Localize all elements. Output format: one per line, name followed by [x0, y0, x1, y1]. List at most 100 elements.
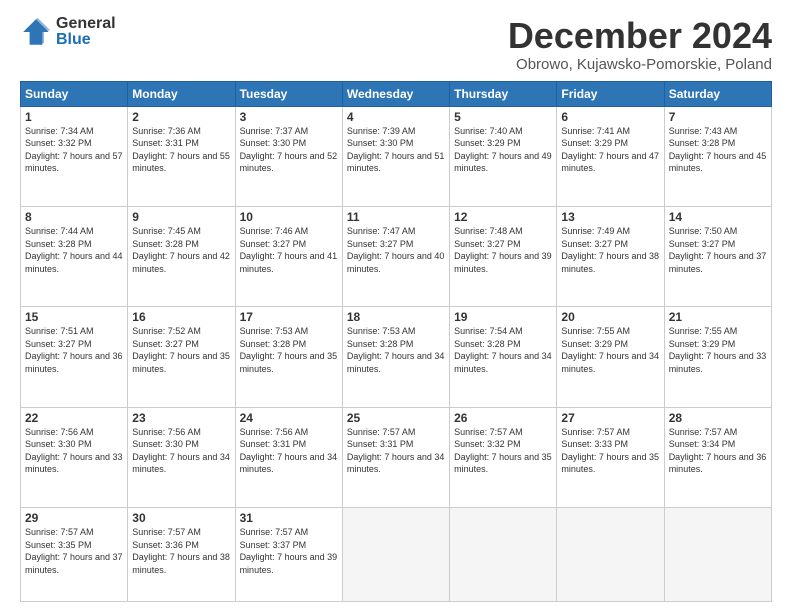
table-row — [342, 507, 449, 601]
table-row: 6 Sunrise: 7:41 AM Sunset: 3:29 PM Dayli… — [557, 106, 664, 206]
calendar-table: Sunday Monday Tuesday Wednesday Thursday… — [20, 81, 772, 602]
day-number: 19 — [454, 310, 552, 324]
day-detail: Sunrise: 7:56 AM Sunset: 3:30 PM Dayligh… — [132, 426, 230, 476]
day-number: 28 — [669, 411, 767, 425]
day-detail: Sunrise: 7:57 AM Sunset: 3:34 PM Dayligh… — [669, 426, 767, 476]
day-number: 18 — [347, 310, 445, 324]
logo-general-text: General — [56, 16, 116, 32]
day-detail: Sunrise: 7:56 AM Sunset: 3:31 PM Dayligh… — [240, 426, 338, 476]
table-row: 24 Sunrise: 7:56 AM Sunset: 3:31 PM Dayl… — [235, 407, 342, 507]
day-detail: Sunrise: 7:57 AM Sunset: 3:32 PM Dayligh… — [454, 426, 552, 476]
day-number: 17 — [240, 310, 338, 324]
day-detail: Sunrise: 7:53 AM Sunset: 3:28 PM Dayligh… — [347, 325, 445, 375]
day-detail: Sunrise: 7:51 AM Sunset: 3:27 PM Dayligh… — [25, 325, 123, 375]
day-number: 11 — [347, 210, 445, 224]
day-detail: Sunrise: 7:37 AM Sunset: 3:30 PM Dayligh… — [240, 125, 338, 175]
day-number: 21 — [669, 310, 767, 324]
day-detail: Sunrise: 7:41 AM Sunset: 3:29 PM Dayligh… — [561, 125, 659, 175]
table-row: 5 Sunrise: 7:40 AM Sunset: 3:29 PM Dayli… — [450, 106, 557, 206]
day-detail: Sunrise: 7:47 AM Sunset: 3:27 PM Dayligh… — [347, 225, 445, 275]
day-detail: Sunrise: 7:39 AM Sunset: 3:30 PM Dayligh… — [347, 125, 445, 175]
day-detail: Sunrise: 7:45 AM Sunset: 3:28 PM Dayligh… — [132, 225, 230, 275]
day-number: 15 — [25, 310, 123, 324]
day-detail: Sunrise: 7:57 AM Sunset: 3:36 PM Dayligh… — [132, 526, 230, 576]
table-row: 11 Sunrise: 7:47 AM Sunset: 3:27 PM Dayl… — [342, 206, 449, 306]
day-number: 26 — [454, 411, 552, 425]
calendar-week-row: 22 Sunrise: 7:56 AM Sunset: 3:30 PM Dayl… — [21, 407, 772, 507]
day-number: 6 — [561, 110, 659, 124]
col-tuesday: Tuesday — [235, 81, 342, 106]
calendar-header-row: Sunday Monday Tuesday Wednesday Thursday… — [21, 81, 772, 106]
table-row — [557, 507, 664, 601]
day-detail: Sunrise: 7:57 AM Sunset: 3:31 PM Dayligh… — [347, 426, 445, 476]
day-number: 13 — [561, 210, 659, 224]
day-number: 30 — [132, 511, 230, 525]
table-row: 30 Sunrise: 7:57 AM Sunset: 3:36 PM Dayl… — [128, 507, 235, 601]
day-detail: Sunrise: 7:40 AM Sunset: 3:29 PM Dayligh… — [454, 125, 552, 175]
table-row — [450, 507, 557, 601]
col-saturday: Saturday — [664, 81, 771, 106]
calendar-week-row: 1 Sunrise: 7:34 AM Sunset: 3:32 PM Dayli… — [21, 106, 772, 206]
day-number: 10 — [240, 210, 338, 224]
day-number: 27 — [561, 411, 659, 425]
day-detail: Sunrise: 7:44 AM Sunset: 3:28 PM Dayligh… — [25, 225, 123, 275]
day-number: 29 — [25, 511, 123, 525]
table-row: 14 Sunrise: 7:50 AM Sunset: 3:27 PM Dayl… — [664, 206, 771, 306]
day-number: 9 — [132, 210, 230, 224]
day-detail: Sunrise: 7:55 AM Sunset: 3:29 PM Dayligh… — [669, 325, 767, 375]
day-number: 20 — [561, 310, 659, 324]
table-row: 12 Sunrise: 7:48 AM Sunset: 3:27 PM Dayl… — [450, 206, 557, 306]
table-row: 23 Sunrise: 7:56 AM Sunset: 3:30 PM Dayl… — [128, 407, 235, 507]
calendar-week-row: 15 Sunrise: 7:51 AM Sunset: 3:27 PM Dayl… — [21, 307, 772, 407]
table-row: 20 Sunrise: 7:55 AM Sunset: 3:29 PM Dayl… — [557, 307, 664, 407]
day-detail: Sunrise: 7:56 AM Sunset: 3:30 PM Dayligh… — [25, 426, 123, 476]
day-detail: Sunrise: 7:52 AM Sunset: 3:27 PM Dayligh… — [132, 325, 230, 375]
table-row: 7 Sunrise: 7:43 AM Sunset: 3:28 PM Dayli… — [664, 106, 771, 206]
table-row: 18 Sunrise: 7:53 AM Sunset: 3:28 PM Dayl… — [342, 307, 449, 407]
day-detail: Sunrise: 7:48 AM Sunset: 3:27 PM Dayligh… — [454, 225, 552, 275]
table-row: 8 Sunrise: 7:44 AM Sunset: 3:28 PM Dayli… — [21, 206, 128, 306]
logo-blue-text: Blue — [56, 32, 116, 48]
table-row: 13 Sunrise: 7:49 AM Sunset: 3:27 PM Dayl… — [557, 206, 664, 306]
day-number: 7 — [669, 110, 767, 124]
table-row: 25 Sunrise: 7:57 AM Sunset: 3:31 PM Dayl… — [342, 407, 449, 507]
table-row: 3 Sunrise: 7:37 AM Sunset: 3:30 PM Dayli… — [235, 106, 342, 206]
day-detail: Sunrise: 7:43 AM Sunset: 3:28 PM Dayligh… — [669, 125, 767, 175]
day-number: 23 — [132, 411, 230, 425]
day-number: 2 — [132, 110, 230, 124]
day-number: 8 — [25, 210, 123, 224]
table-row: 15 Sunrise: 7:51 AM Sunset: 3:27 PM Dayl… — [21, 307, 128, 407]
day-number: 24 — [240, 411, 338, 425]
day-detail: Sunrise: 7:57 AM Sunset: 3:35 PM Dayligh… — [25, 526, 123, 576]
table-row: 17 Sunrise: 7:53 AM Sunset: 3:28 PM Dayl… — [235, 307, 342, 407]
day-detail: Sunrise: 7:50 AM Sunset: 3:27 PM Dayligh… — [669, 225, 767, 275]
month-title: December 2024 — [508, 16, 772, 56]
table-row: 19 Sunrise: 7:54 AM Sunset: 3:28 PM Dayl… — [450, 307, 557, 407]
day-detail: Sunrise: 7:57 AM Sunset: 3:33 PM Dayligh… — [561, 426, 659, 476]
day-detail: Sunrise: 7:36 AM Sunset: 3:31 PM Dayligh… — [132, 125, 230, 175]
location-subtitle: Obrowo, Kujawsko-Pomorskie, Poland — [508, 56, 772, 73]
logo: General Blue — [20, 16, 116, 48]
header: General Blue December 2024 Obrowo, Kujaw… — [20, 16, 772, 73]
table-row: 1 Sunrise: 7:34 AM Sunset: 3:32 PM Dayli… — [21, 106, 128, 206]
col-sunday: Sunday — [21, 81, 128, 106]
day-number: 3 — [240, 110, 338, 124]
table-row — [664, 507, 771, 601]
table-row: 2 Sunrise: 7:36 AM Sunset: 3:31 PM Dayli… — [128, 106, 235, 206]
day-number: 25 — [347, 411, 445, 425]
day-detail: Sunrise: 7:53 AM Sunset: 3:28 PM Dayligh… — [240, 325, 338, 375]
page: General Blue December 2024 Obrowo, Kujaw… — [0, 0, 792, 612]
day-number: 16 — [132, 310, 230, 324]
logo-text: General Blue — [56, 16, 116, 48]
day-number: 31 — [240, 511, 338, 525]
col-monday: Monday — [128, 81, 235, 106]
table-row: 27 Sunrise: 7:57 AM Sunset: 3:33 PM Dayl… — [557, 407, 664, 507]
col-thursday: Thursday — [450, 81, 557, 106]
table-row: 31 Sunrise: 7:57 AM Sunset: 3:37 PM Dayl… — [235, 507, 342, 601]
table-row: 16 Sunrise: 7:52 AM Sunset: 3:27 PM Dayl… — [128, 307, 235, 407]
table-row: 28 Sunrise: 7:57 AM Sunset: 3:34 PM Dayl… — [664, 407, 771, 507]
calendar-week-row: 8 Sunrise: 7:44 AM Sunset: 3:28 PM Dayli… — [21, 206, 772, 306]
day-detail: Sunrise: 7:57 AM Sunset: 3:37 PM Dayligh… — [240, 526, 338, 576]
col-friday: Friday — [557, 81, 664, 106]
day-number: 22 — [25, 411, 123, 425]
